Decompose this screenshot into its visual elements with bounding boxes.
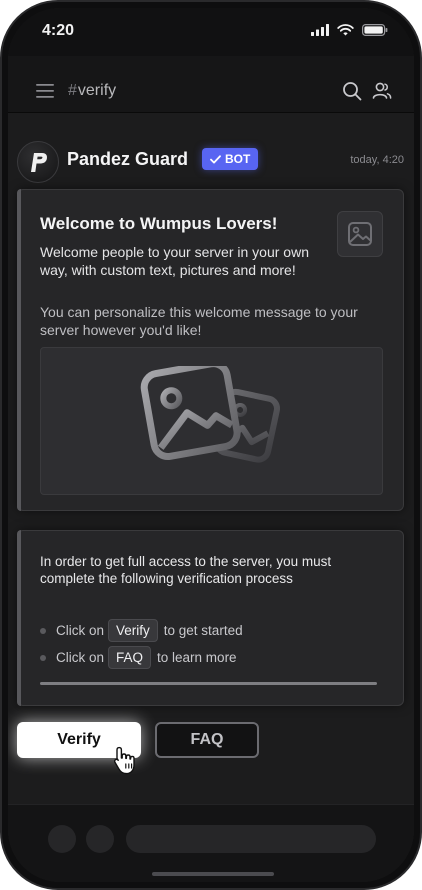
channel-name-text: verify (77, 82, 117, 99)
bot-badge: BOT (202, 148, 259, 170)
home-indicator[interactable] (152, 872, 274, 876)
embed-subtext: You can personalize this welcome message… (40, 304, 358, 338)
status-icons (311, 24, 388, 36)
checkmark-icon (210, 154, 221, 163)
bullet (40, 627, 46, 634)
step2-prefix: Click on (56, 650, 105, 665)
status-time: 4:20 (42, 22, 75, 39)
faq-inline-chip: FAQ (108, 646, 152, 669)
battery-icon (362, 24, 388, 36)
image-placeholder-icon (140, 366, 280, 463)
embed-description: Welcome people to your server in your ow… (40, 244, 309, 278)
status-bar: 4:20 (8, 8, 414, 56)
welcome-embed: Welcome to Wumpus Lovers! Welcome people… (17, 189, 404, 511)
verification-step-verify: Click on Verify to get started (40, 619, 243, 642)
bot-avatar[interactable] (17, 141, 59, 183)
pandez-logo-icon (31, 153, 48, 172)
author-name[interactable]: Pandez Guard (67, 149, 188, 170)
verification-embed: In order to get full access to the serve… (17, 530, 404, 706)
message-timestamp: today, 4:20 (350, 154, 404, 166)
verification-text: In order to get full access to the serve… (40, 554, 332, 586)
wifi-icon (337, 24, 354, 36)
bot-badge-label: BOT (225, 152, 251, 166)
signal-icon (311, 24, 329, 36)
verify-inline-chip: Verify (108, 619, 158, 642)
members-icon[interactable] (372, 81, 392, 101)
composer-apps-button[interactable] (86, 825, 114, 853)
message-composer (8, 804, 414, 882)
faq-button[interactable]: FAQ (155, 722, 259, 758)
verification-step-faq: Click on FAQ to learn more (40, 646, 237, 669)
hand-cursor-icon (111, 739, 135, 775)
message-input[interactable] (126, 825, 376, 853)
embed-title: Welcome to Wumpus Lovers! (40, 214, 278, 233)
bullet (40, 654, 46, 661)
embed-image-placeholder[interactable] (40, 347, 383, 495)
search-icon[interactable] (342, 81, 362, 101)
phone-frame: 4:20 #verify Pandez Guard BOT today, 4:2… (0, 0, 422, 890)
step1-prefix: Click on (56, 623, 105, 638)
channel-hash: # (68, 82, 77, 99)
channel-name: #verify (68, 82, 116, 100)
step1-suffix: to get started (163, 623, 243, 638)
hamburger-menu-icon[interactable] (36, 84, 54, 98)
image-icon (348, 222, 372, 246)
channel-header: #verify (8, 56, 414, 113)
composer-add-button[interactable] (48, 825, 76, 853)
embed-divider (40, 682, 377, 685)
step2-suffix: to learn more (157, 650, 237, 665)
app-screen: 4:20 #verify Pandez Guard BOT today, 4:2… (8, 8, 414, 882)
embed-thumbnail[interactable] (337, 211, 383, 257)
